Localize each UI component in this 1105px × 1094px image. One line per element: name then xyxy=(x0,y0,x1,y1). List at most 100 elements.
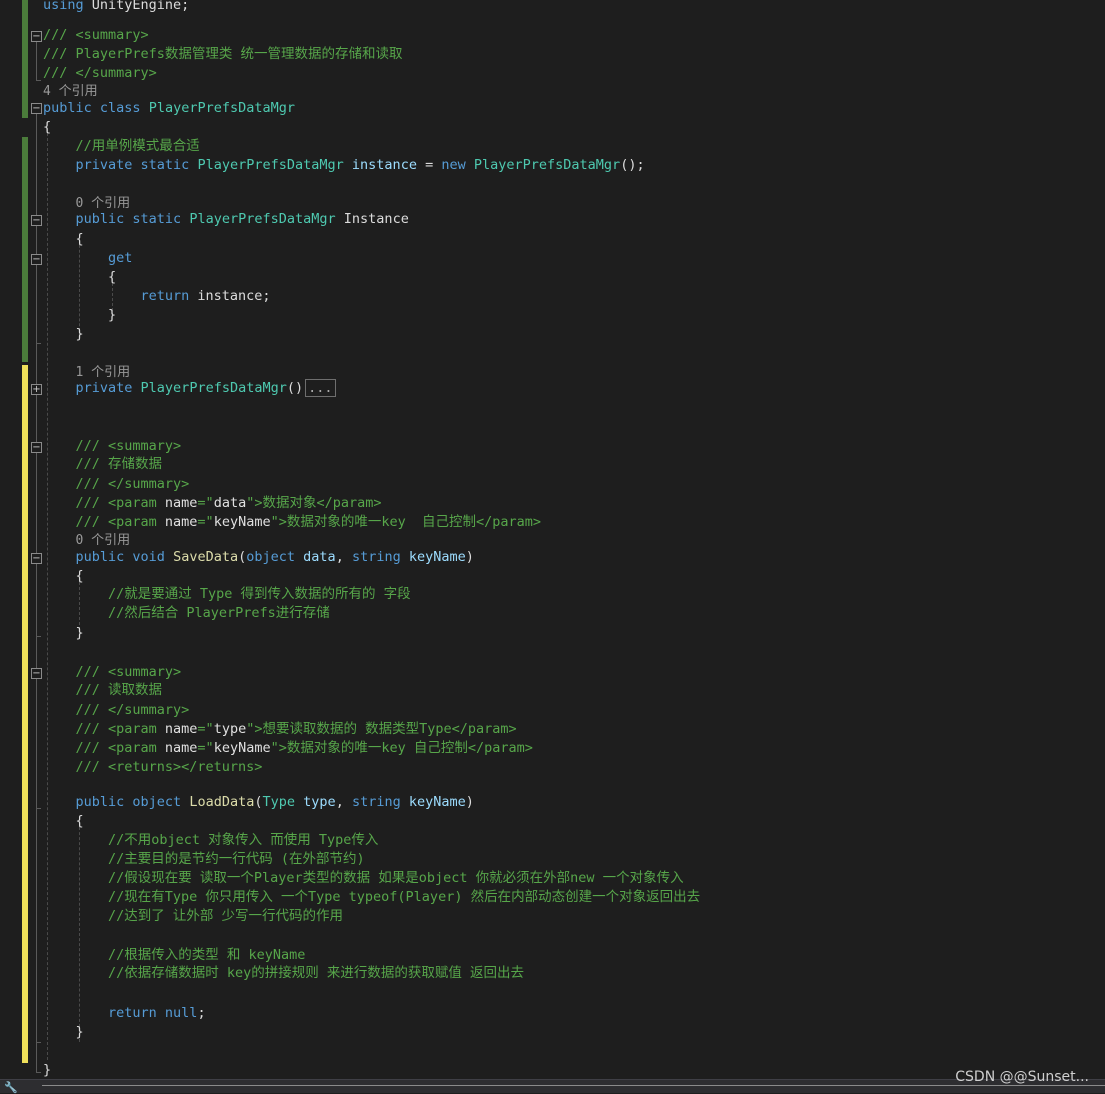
code-token: instance; xyxy=(189,288,271,304)
code-line: } xyxy=(0,325,1105,344)
code-token: name xyxy=(164,514,198,530)
code-line: //达到了 让外部 少写一行代码的作用 xyxy=(0,907,1105,926)
code-token: public xyxy=(75,549,125,565)
code-line: /// </summary> xyxy=(0,475,1105,494)
code-token: type xyxy=(213,721,247,737)
code-line: public void SaveData(object data, string… xyxy=(0,548,1105,567)
code-line: private PlayerPrefsDataMgr()... xyxy=(0,379,1105,398)
code-token: PlayerPrefsDataMgr xyxy=(189,211,336,227)
code-token: { xyxy=(75,231,84,247)
code-token: /// <param xyxy=(75,514,165,530)
code-token: { xyxy=(75,568,84,584)
code-token: //主要目的是节约一行代码 (在外部节约) xyxy=(108,851,365,867)
collapsed-region[interactable]: ... xyxy=(305,379,336,397)
code-token: () xyxy=(286,380,304,396)
code-token: =" xyxy=(197,721,214,737)
code-token: /// <returns></returns> xyxy=(75,759,263,775)
code-token: Instance xyxy=(343,211,409,227)
code-token: private xyxy=(75,380,133,396)
code-line: { xyxy=(0,567,1105,586)
code-token: /// </summary> xyxy=(75,476,190,492)
code-line: /// </summary> xyxy=(0,701,1105,720)
code-token: get xyxy=(108,250,133,266)
code-token: LoadData xyxy=(189,794,255,810)
code-token: { xyxy=(43,119,52,135)
code-token: /// 读取数据 xyxy=(75,682,163,698)
code-line: //不用object 对象传入 而使用 Type传入 xyxy=(0,831,1105,850)
code-token: public xyxy=(75,794,125,810)
references-link[interactable]: 0 个引用 xyxy=(76,533,131,548)
code-token: } xyxy=(43,1062,52,1078)
code-token: //就是要通过 Type 得到传入数据的所有的 字段 xyxy=(108,586,411,602)
code-token: ">想要读取数据的 数据类型Type</param> xyxy=(246,721,517,737)
code-token: instance xyxy=(351,157,417,173)
code-token: using xyxy=(43,0,84,13)
code-token: name xyxy=(164,740,198,756)
code-line: { xyxy=(0,812,1105,831)
code-token: class xyxy=(99,100,141,116)
code-token: =" xyxy=(197,740,214,756)
code-token: ">数据对象的唯一key 自己控制</param> xyxy=(270,740,533,756)
horizontal-scrollbar[interactable] xyxy=(0,1079,1105,1093)
code-token: , xyxy=(335,794,352,810)
code-token: /// <summary> xyxy=(43,27,149,43)
code-token: (); xyxy=(620,157,645,173)
code-token: /// 存储数据 xyxy=(75,456,163,472)
code-token: PlayerPrefsDataMgr xyxy=(197,157,344,173)
code-line: /// PlayerPrefs数据管理类 统一管理数据的存储和读取 xyxy=(0,45,1105,64)
code-token: =" xyxy=(197,495,214,511)
code-token: //不用object 对象传入 而使用 Type传入 xyxy=(108,832,379,848)
code-token: static xyxy=(140,157,190,173)
code-token: //现在有Type 你只用传入 一个Type typeof(Player) 然后… xyxy=(108,889,701,905)
code-token: { xyxy=(75,813,84,829)
code-token: //假设现在要 读取一个Player类型的数据 如果是object 你就必须在外… xyxy=(108,870,684,886)
code-line: return instance; xyxy=(0,287,1105,306)
code-token: private xyxy=(75,157,133,173)
code-line: } xyxy=(0,1023,1105,1042)
code-token: ">数据对象</param> xyxy=(246,495,382,511)
code-token: ; xyxy=(197,1005,206,1021)
code-line: using UnityEngine; xyxy=(0,0,1105,15)
code-line: } xyxy=(0,624,1105,643)
code-token: //达到了 让外部 少写一行代码的作用 xyxy=(108,908,344,924)
code-line: public static PlayerPrefsDataMgr Instanc… xyxy=(0,210,1105,229)
references-link[interactable]: 4 个引用 xyxy=(43,84,98,99)
code-token: type xyxy=(303,794,336,810)
wrench-icon: 🔧 xyxy=(4,1081,18,1094)
code-line: /// 存储数据 xyxy=(0,455,1105,474)
watermark: CSDN @@Sunset... xyxy=(955,1069,1089,1085)
code-line: /// <returns></returns> xyxy=(0,758,1105,777)
scrollbar-track[interactable] xyxy=(42,1085,1105,1086)
code-line: return null; xyxy=(0,1004,1105,1023)
code-line: //依据存储数据时 key的拼接规则 来进行数据的获取赋值 返回出去 xyxy=(0,964,1105,983)
references-link[interactable]: 0 个引用 xyxy=(76,196,131,211)
code-token: data xyxy=(303,549,336,565)
code-line: { xyxy=(0,230,1105,249)
code-token: //然后结合 PlayerPrefs进行存储 xyxy=(108,605,330,621)
code-token: ) xyxy=(465,549,474,565)
code-line: } xyxy=(0,1061,1105,1080)
code-line: get xyxy=(0,249,1105,268)
code-line: /// </summary> xyxy=(0,64,1105,83)
code-token: //用单例模式最合适 xyxy=(75,138,200,154)
code-line: //用单例模式最合适 xyxy=(0,137,1105,156)
outline-end xyxy=(36,1042,41,1043)
code-line: //假设现在要 读取一个Player类型的数据 如果是object 你就必须在外… xyxy=(0,869,1105,888)
references-link[interactable]: 1 个引用 xyxy=(76,365,131,380)
code-line: //主要目的是节约一行代码 (在外部节约) xyxy=(0,850,1105,869)
code-token: PlayerPrefsDataMgr xyxy=(473,157,621,173)
code-token: UnityEngine; xyxy=(83,0,190,13)
code-token: name xyxy=(164,495,198,511)
code-line: private static PlayerPrefsDataMgr instan… xyxy=(0,156,1105,175)
code-token: return xyxy=(140,288,190,304)
code-line: //然后结合 PlayerPrefs进行存储 xyxy=(0,604,1105,623)
code-editor[interactable]: − − − − + − − − using UnityEngine;/// <summary>… xyxy=(0,0,1105,1080)
code-token: /// PlayerPrefs数据管理类 统一管理数据的存储和读取 xyxy=(43,46,403,62)
